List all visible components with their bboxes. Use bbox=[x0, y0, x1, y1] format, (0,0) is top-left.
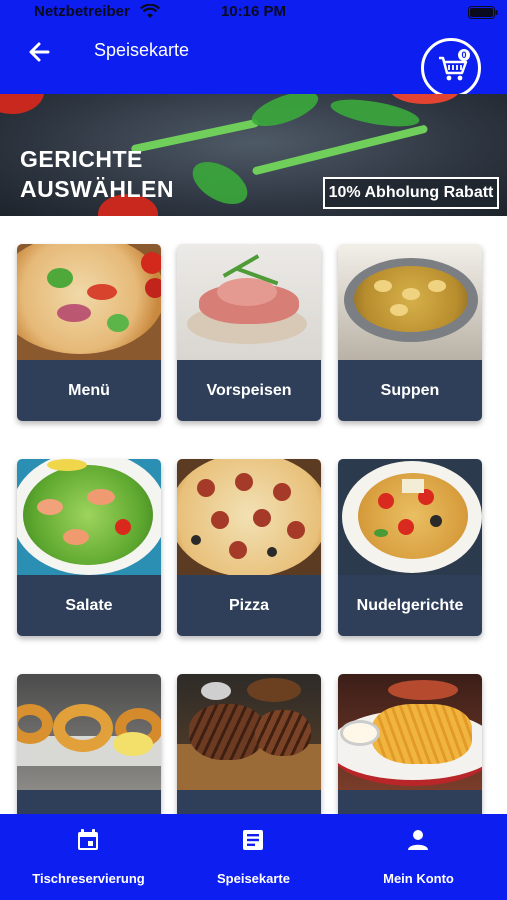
category-card-vorspeisen[interactable]: Vorspeisen bbox=[177, 244, 321, 421]
tab-mein-konto[interactable]: Mein Konto bbox=[334, 814, 503, 900]
hero-heading-line1: GERICHTE bbox=[20, 146, 143, 172]
page-title: Speisekarte bbox=[94, 40, 190, 60]
cart-count-badge: 0 bbox=[458, 49, 470, 61]
pizza-photo bbox=[17, 244, 161, 360]
tab-label: Tischreservierung bbox=[32, 871, 145, 886]
category-label: Vorspeisen bbox=[177, 360, 321, 421]
tab-label: Speisekarte bbox=[217, 871, 290, 886]
tomato-decoration bbox=[0, 94, 44, 114]
fries-photo bbox=[338, 674, 482, 790]
app-bar: Speisekarte 0 bbox=[0, 24, 507, 98]
back-arrow-icon[interactable] bbox=[26, 38, 54, 66]
hero-banner: GERICHTE AUSWÄHLEN 10% Abholung Rabatt bbox=[0, 94, 507, 216]
herb-leaf-decoration bbox=[247, 94, 323, 134]
battery-icon bbox=[468, 6, 498, 19]
category-card-salate[interactable]: Salate bbox=[17, 459, 161, 636]
category-card-pizza[interactable]: Pizza bbox=[177, 459, 321, 636]
hero-heading: GERICHTE AUSWÄHLEN bbox=[20, 144, 174, 204]
person-icon bbox=[408, 830, 428, 850]
calendar-icon bbox=[78, 829, 98, 850]
shrimp-salad-photo bbox=[17, 459, 161, 575]
category-label: Nudelgerichte bbox=[338, 575, 482, 636]
tomato-decoration bbox=[390, 94, 460, 104]
onion-rings-photo bbox=[17, 674, 161, 790]
tab-tischreservierung[interactable]: Tischreservierung bbox=[4, 814, 173, 900]
category-card-menu[interactable]: Menü bbox=[17, 244, 161, 421]
bottom-tab-bar: Tischreservierung Speisekarte Mein Konto bbox=[0, 814, 507, 900]
status-bar: Netzbetreiber 10:16 PM bbox=[0, 0, 507, 24]
tab-label: Mein Konto bbox=[383, 871, 454, 886]
herb-stem-decoration bbox=[251, 124, 429, 176]
herb-leaf-decoration bbox=[185, 153, 255, 213]
tab-speisekarte[interactable]: Speisekarte bbox=[169, 814, 338, 900]
category-card-suppen[interactable]: Suppen bbox=[338, 244, 482, 421]
category-label: Menü bbox=[17, 360, 161, 421]
hero-heading-line2: AUSWÄHLEN bbox=[20, 176, 174, 202]
steak-photo bbox=[177, 674, 321, 790]
category-card-nudelgerichte[interactable]: Nudelgerichte bbox=[338, 459, 482, 636]
clock: 10:16 PM bbox=[220, 3, 287, 20]
category-label: Pizza bbox=[177, 575, 321, 636]
tortellini-soup-photo bbox=[338, 244, 482, 360]
ham-bruschetta-photo bbox=[177, 244, 321, 360]
document-icon bbox=[243, 830, 263, 850]
category-label: Salate bbox=[17, 575, 161, 636]
discount-badge: 10% Abholung Rabatt bbox=[323, 177, 499, 209]
spaghetti-photo bbox=[338, 459, 482, 575]
category-label: Suppen bbox=[338, 360, 482, 421]
cart-button[interactable]: 0 bbox=[421, 38, 481, 98]
salami-pizza-photo bbox=[177, 459, 321, 575]
